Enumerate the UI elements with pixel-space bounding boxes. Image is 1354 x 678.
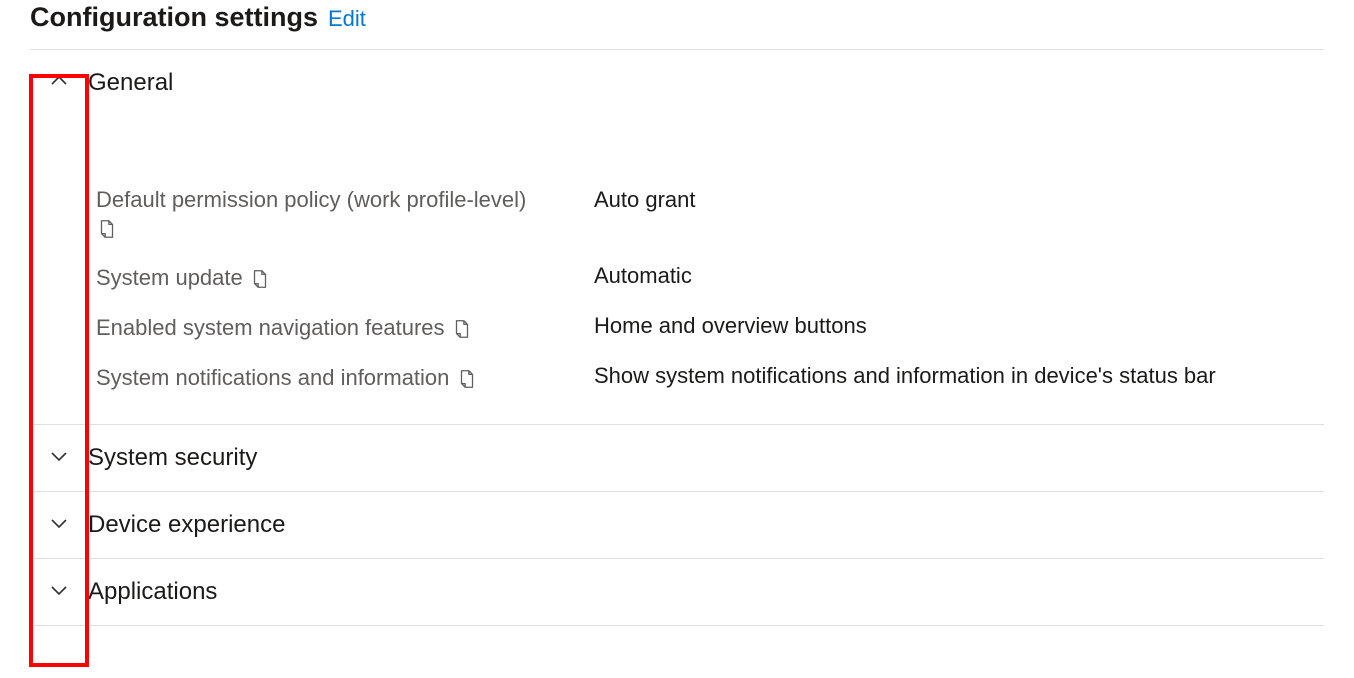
section-header-system-security[interactable]: System security xyxy=(30,425,1324,492)
page-title: Configuration settings xyxy=(30,2,318,33)
page-header: Configuration settings Edit xyxy=(30,0,1324,49)
setting-row-permission-policy: Default permission policy (work profile-… xyxy=(30,176,1324,252)
info-icon[interactable] xyxy=(249,268,271,290)
setting-row-system-update: System update Automatic xyxy=(30,252,1324,302)
setting-value: Auto grant xyxy=(594,187,1324,213)
setting-row-navigation-features: Enabled system navigation features Home … xyxy=(30,302,1324,352)
section-header-general[interactable]: General xyxy=(30,50,1324,116)
section-header-applications[interactable]: Applications xyxy=(30,559,1324,626)
section-title-general: General xyxy=(88,69,173,97)
chevron-down-icon xyxy=(49,513,69,538)
info-icon[interactable] xyxy=(456,368,478,390)
setting-label: Default permission policy (work profile-… xyxy=(96,187,526,212)
setting-value: Show system notifications and informatio… xyxy=(594,363,1324,389)
setting-row-system-notifications: System notifications and information Sho… xyxy=(30,352,1324,402)
chevron-down-icon xyxy=(49,446,69,471)
chevron-down-icon xyxy=(49,580,69,605)
setting-value: Home and overview buttons xyxy=(594,313,1324,339)
info-icon[interactable] xyxy=(451,318,473,340)
section-title-system-security: System security xyxy=(88,444,257,472)
section-title-applications: Applications xyxy=(88,578,217,606)
setting-value: Automatic xyxy=(594,263,1324,289)
section-header-device-experience[interactable]: Device experience xyxy=(30,492,1324,559)
info-icon[interactable] xyxy=(96,218,118,240)
setting-label: Enabled system navigation features xyxy=(96,315,445,340)
section-title-device-experience: Device experience xyxy=(88,511,285,539)
chevron-up-icon xyxy=(49,71,69,96)
edit-link[interactable]: Edit xyxy=(328,6,366,32)
section-body-general: Default permission policy (work profile-… xyxy=(30,116,1324,425)
setting-label: System notifications and information xyxy=(96,365,449,390)
setting-label: System update xyxy=(96,265,243,290)
